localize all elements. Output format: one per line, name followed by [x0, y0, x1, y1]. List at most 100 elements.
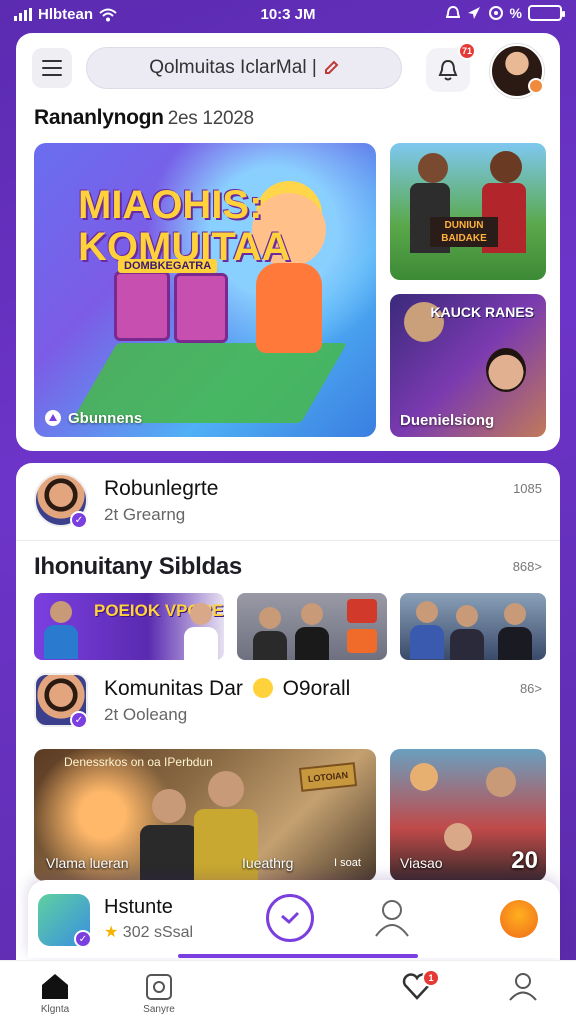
person-head	[490, 151, 522, 183]
follow-button[interactable]	[374, 898, 410, 943]
notification-badge: 71	[458, 42, 476, 60]
photo-label: I soat	[334, 857, 361, 869]
person-figure	[253, 631, 287, 660]
camera-icon	[347, 629, 377, 653]
hamburger-line	[42, 74, 62, 76]
alarm-icon	[445, 5, 460, 18]
person-head	[486, 767, 516, 797]
photo-label: Vlama lueran	[46, 855, 129, 871]
story-thumb[interactable]	[400, 593, 546, 660]
person-head	[416, 601, 438, 623]
person-figure	[410, 625, 444, 659]
hero-banner[interactable]: MIAOHIS: KOMUITAA DOMBKEGATRA Gbunnens	[34, 143, 376, 437]
post-subtitle: 2t Ooleang	[104, 705, 188, 724]
nav-notification-badge: 1	[422, 969, 440, 987]
post-author: Komunitas Dar O9orall	[104, 677, 350, 701]
status-bar: Hlbtean 10:3 JM %	[0, 0, 576, 30]
person-head	[456, 605, 478, 627]
camera-icon	[347, 599, 377, 623]
person-head	[208, 771, 244, 807]
divider	[16, 540, 560, 541]
menu-button[interactable]	[32, 48, 72, 88]
feed-photo[interactable]: Viasao 20	[390, 749, 546, 881]
post-row[interactable]: ✓ Komunitas Dar O9orall 2t Ooleang 86>	[34, 673, 542, 735]
hero-title-line1: MIAOHIS:	[78, 183, 263, 227]
community-icon	[45, 410, 61, 426]
hero-tagline: DOMBKEGATRA	[118, 259, 218, 273]
featured-card: Qolmuitas IclarMal | 71 Rananlynogn 2es 1…	[16, 33, 560, 451]
post-author-text: Komunitas Dar	[104, 677, 243, 700]
app-header: Qolmuitas IclarMal | 71	[32, 42, 544, 98]
nav-explore-label: Sanyre	[143, 1004, 175, 1015]
verified-icon: ✓	[70, 711, 88, 729]
post-row[interactable]: ✓ Robunlegrte 2t Grearng 1085	[34, 473, 542, 535]
person-figure	[184, 627, 218, 660]
post-meta: 1085	[513, 481, 542, 496]
hamburger-line	[42, 67, 62, 69]
check-icon	[281, 911, 300, 925]
status-dot	[528, 78, 544, 94]
bottom-nav: Klgnta Sanyre 1	[0, 960, 576, 1024]
user-icon	[375, 900, 409, 937]
location-icon	[467, 7, 480, 19]
profile-avatar[interactable]	[490, 44, 544, 98]
edit-icon	[324, 60, 339, 74]
mini-player-subtitle-text: 302 sSsal	[122, 924, 194, 941]
person-figure	[450, 629, 484, 660]
data-icon	[488, 6, 503, 20]
person-head	[486, 348, 526, 392]
notifications-button[interactable]: 71	[426, 42, 476, 92]
person-head	[301, 603, 323, 625]
featured-thumb-bottom[interactable]: KAUCK RANES Duenielsiong	[390, 294, 546, 437]
featured-thumb-top[interactable]: DUNIUN BAIDAKE	[390, 143, 546, 280]
person-figure	[140, 825, 198, 881]
home-icon	[42, 974, 68, 999]
post-author-suffix: O9orall	[282, 677, 351, 700]
person-head	[50, 601, 72, 623]
reaction-emoji[interactable]	[500, 900, 538, 938]
featured-subtitle: 2es 12028	[167, 108, 254, 129]
featured-title: Rananlynogn 2es 12028	[34, 106, 254, 130]
person-head	[190, 603, 212, 625]
section-title: Ihonuitany Sibldas	[34, 553, 242, 580]
photo-label: Viasao	[400, 855, 443, 871]
nav-explore[interactable]: Sanyre	[124, 971, 194, 1015]
search-input[interactable]: Qolmuitas IclarMal |	[86, 47, 402, 89]
photo-sign: LOTOIAN	[298, 762, 358, 792]
battery-percent: %	[509, 5, 522, 21]
star-icon: ★	[104, 924, 119, 941]
person-head	[152, 789, 186, 823]
person-head	[504, 603, 526, 625]
thumb-banner: DUNIUN BAIDAKE	[430, 217, 498, 247]
check-button[interactable]	[266, 894, 314, 942]
person-head	[418, 153, 448, 183]
person-head	[410, 763, 438, 791]
featured-title-text: Rananlynogn	[34, 106, 164, 129]
thumb-title: KAUCK RANES	[430, 304, 534, 320]
hamburger-line	[42, 60, 62, 62]
verified-icon: ✓	[74, 930, 92, 948]
hero-label-text: Gbunnens	[68, 409, 143, 427]
story-thumb[interactable]	[237, 593, 387, 660]
bell-icon	[438, 59, 458, 81]
profile-icon	[509, 973, 537, 1001]
hero-label: Gbunnens	[44, 409, 142, 427]
search-text: Qolmuitas IclarMal |	[149, 57, 317, 78]
nav-profile[interactable]	[488, 971, 558, 1004]
player-progress	[178, 954, 418, 958]
mini-player-title: Hstunte	[104, 896, 173, 918]
story-thumb[interactable]: POEIOK VPOPE	[34, 593, 224, 660]
person-figure	[498, 627, 532, 660]
photo-caption: Denessrkos on oa IPerbdun	[64, 755, 213, 769]
nav-home[interactable]: Klgnta	[20, 971, 90, 1015]
section-more-link[interactable]: 868>	[513, 559, 542, 574]
person-figure	[44, 625, 78, 659]
feed-photo[interactable]: Denessrkos on oa IPerbdun LOTOIAN Vlama …	[34, 749, 376, 881]
mini-player-subtitle: ★ 302 sSsal	[104, 922, 193, 942]
nav-notifications[interactable]: 1	[382, 969, 452, 1004]
person-head	[444, 823, 472, 851]
post-subtitle: 2t Grearng	[104, 505, 186, 524]
person-head	[259, 607, 281, 629]
mini-player[interactable]: ✓ Hstunte ★ 302 sSsal	[28, 880, 560, 958]
battery-icon	[528, 5, 565, 21]
